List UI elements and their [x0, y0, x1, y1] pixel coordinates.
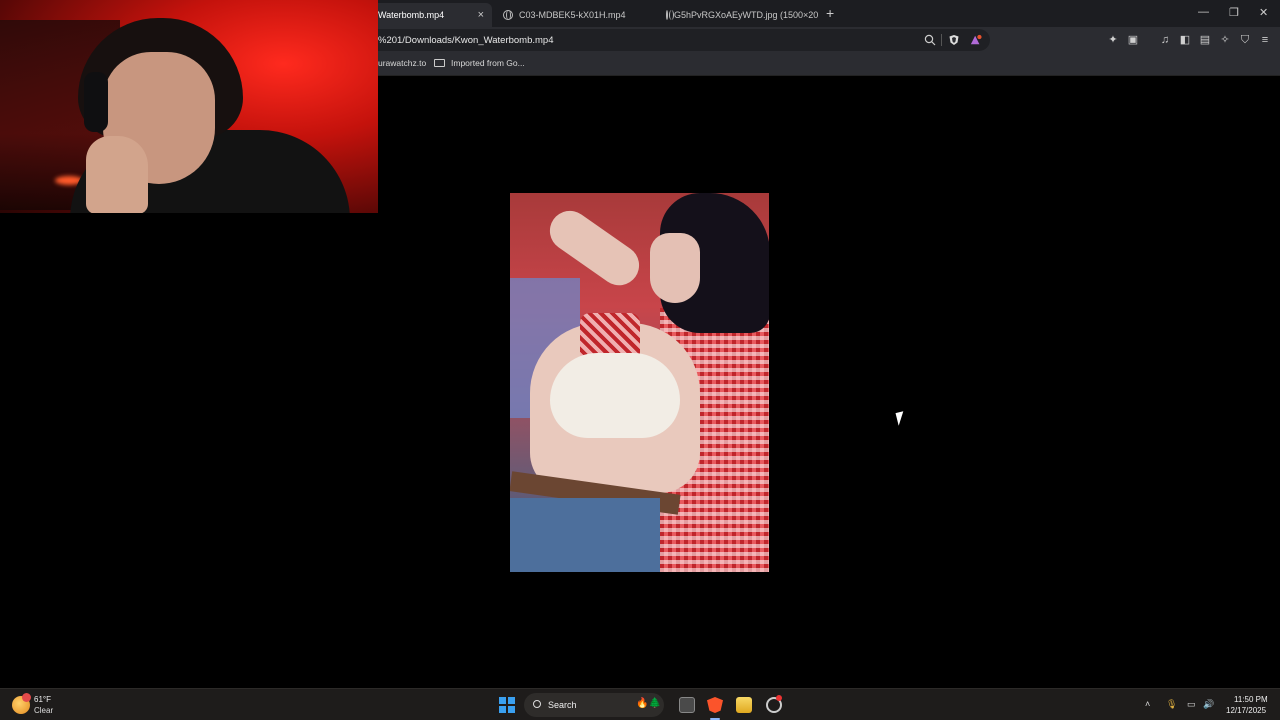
- bookmark-imported-folder[interactable]: Imported from Go...: [434, 58, 525, 68]
- network-icon[interactable]: ▭: [1187, 699, 1196, 710]
- weather-temp[interactable]: 61°F: [34, 695, 51, 704]
- mouse-cursor-icon: [895, 411, 907, 426]
- search-label: Search: [548, 700, 577, 710]
- brave-browser-icon[interactable]: [707, 697, 723, 713]
- sidebar-icon[interactable]: ◧: [1179, 34, 1191, 46]
- tab-close-icon[interactable]: ×: [470, 9, 484, 21]
- webcam-overlay: [0, 0, 378, 213]
- volume-icon[interactable]: 🔊: [1203, 699, 1214, 710]
- screen: Waterbomb.mp4 × C03-MDBEK5-kX01H.mp4 G5h…: [0, 0, 1280, 720]
- notification-dot: [776, 695, 782, 701]
- divider: [941, 34, 942, 46]
- minimize-button[interactable]: —: [1198, 6, 1209, 18]
- globe-icon: [666, 10, 674, 20]
- taskbar: 61°F Clear Search 🔥🌲 ˄ 🎙 ▭ 🔊 11:50 PM 12…: [0, 688, 1280, 720]
- video-top: [550, 353, 680, 438]
- tab-title: Waterbomb.mp4: [378, 10, 445, 20]
- extensions-icon[interactable]: ✦: [1107, 34, 1119, 46]
- brave-shields-icon[interactable]: [948, 34, 960, 46]
- video-shorts: [510, 498, 660, 572]
- media-icon[interactable]: ♫: [1159, 34, 1171, 46]
- person-hand: [86, 136, 148, 213]
- bookmark-urawatchz[interactable]: urawatchz.to: [378, 58, 426, 68]
- video-player[interactable]: [510, 193, 769, 572]
- video-face: [650, 233, 700, 303]
- vpn-icon[interactable]: ⛉: [1239, 34, 1251, 46]
- tab-title: C03-MDBEK5-kX01H.mp4: [519, 10, 626, 20]
- file-explorer-icon[interactable]: [736, 697, 752, 713]
- zoom-icon[interactable]: [924, 34, 936, 46]
- wallet-icon[interactable]: ▣: [1127, 34, 1139, 46]
- tray-overflow-icon[interactable]: ˄: [1145, 699, 1150, 709]
- folder-icon: [434, 59, 445, 67]
- globe-icon: [503, 10, 513, 20]
- bookmark-label: Imported from Go...: [451, 58, 525, 68]
- new-tab-button[interactable]: +: [826, 5, 834, 21]
- close-window-button[interactable]: ✕: [1259, 6, 1268, 19]
- weather-condition[interactable]: Clear: [34, 706, 53, 715]
- tab-g5h[interactable]: G5hPvRGXoAEyWTD.jpg (1500×2000): [658, 3, 818, 27]
- headset-icon: [84, 72, 108, 132]
- taskbar-search[interactable]: Search 🔥🌲: [524, 693, 664, 717]
- task-view-icon[interactable]: [679, 697, 695, 713]
- search-icon: [533, 700, 541, 708]
- tab-c03[interactable]: C03-MDBEK5-kX01H.mp4: [495, 3, 655, 27]
- weather-alert-badge: [22, 693, 31, 702]
- wallet-card-icon[interactable]: ▤: [1199, 34, 1211, 46]
- tab-waterbomb[interactable]: Waterbomb.mp4 ×: [370, 3, 492, 27]
- restore-button[interactable]: ❐: [1229, 6, 1239, 19]
- leo-ai-icon[interactable]: ✧: [1219, 34, 1231, 46]
- microphone-icon[interactable]: 🎙: [1166, 699, 1177, 710]
- clock-time[interactable]: 11:50 PM: [1234, 695, 1268, 704]
- tab-title: G5hPvRGXoAEyWTD.jpg (1500×2000): [674, 10, 818, 20]
- brave-rewards-icon[interactable]: [970, 34, 982, 46]
- clock-date[interactable]: 12/17/2025: [1226, 706, 1266, 715]
- menu-icon[interactable]: ≡: [1259, 34, 1271, 46]
- search-highlight-icon: 🔥🌲: [636, 698, 661, 709]
- url-text[interactable]: %201/Downloads/Kwon_Waterbomb.mp4: [378, 35, 554, 46]
- windows-start-icon[interactable]: [499, 697, 515, 713]
